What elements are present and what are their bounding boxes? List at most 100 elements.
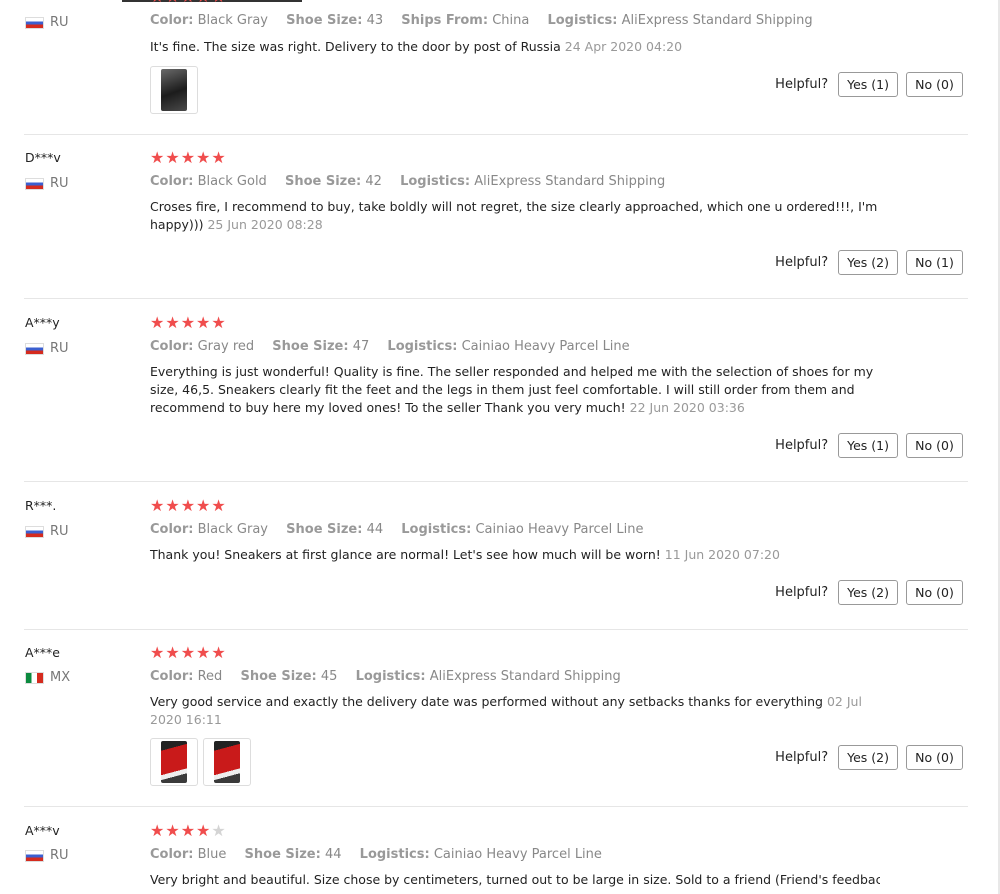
review-divider [24, 134, 968, 135]
helpful-vote: Helpful? Yes (2) No (0) [775, 580, 963, 605]
helpful-yes-button[interactable]: Yes (2) [838, 580, 898, 605]
color-value: Gray red [197, 339, 255, 354]
review-date: 22 Jun 2020 03:36 [629, 400, 745, 415]
logistics-value: AliExpress Standard Shipping [621, 13, 813, 28]
russia-flag-icon [25, 177, 44, 190]
shoe-size-value: 44 [324, 847, 342, 862]
reviewer-country: RU [25, 341, 69, 356]
helpful-no-button[interactable]: No (0) [906, 580, 963, 605]
review-divider [24, 481, 968, 482]
review-photo-thumbnail[interactable] [150, 66, 198, 114]
helpful-vote: Helpful? Yes (1) No (0) [775, 433, 963, 458]
helpful-label: Helpful? [775, 585, 829, 600]
review-text: Thank you! Sneakers at first glance are … [150, 546, 880, 564]
helpful-label: Helpful? [775, 255, 829, 270]
review-attributes: Color: Red Shoe Size: 45 Logistics: AliE… [150, 669, 635, 684]
shoe-size-label: Shoe Size: [284, 174, 362, 189]
shoe-photo-image [161, 741, 187, 783]
review-photo-thumbnail[interactable] [150, 738, 198, 786]
star-icon: ★ [150, 821, 166, 840]
reviewer-name: A***y [25, 315, 60, 330]
review-body: It's fine. The size was right. Delivery … [150, 39, 561, 54]
review-body: Everything is just wonderful! Quality is… [150, 364, 874, 415]
shoe-size-value: 47 [352, 339, 370, 354]
star-icon: ★ [150, 496, 166, 515]
shoe-size-label: Shoe Size: [286, 522, 363, 537]
ships-from-label: Ships From: [401, 13, 489, 28]
logistics-value: AliExpress Standard Shipping [474, 174, 666, 189]
review-attributes: Color: Blue Shoe Size: 44 Logistics: Cai… [150, 847, 616, 862]
helpful-yes-button[interactable]: Yes (1) [838, 433, 898, 458]
helpful-vote: Helpful? Yes (2) No (0) [775, 745, 963, 770]
review-body: Thank you! Sneakers at first glance are … [150, 547, 661, 562]
color-value: Black Gray [197, 13, 268, 28]
review-text: It's fine. The size was right. Delivery … [150, 38, 880, 56]
rating-stars: ★★★★★ [150, 498, 227, 514]
star-icon: ★ [150, 643, 166, 662]
star-icon: ★ [211, 313, 227, 332]
review-text: Everything is just wonderful! Quality is… [150, 363, 880, 417]
color-value: Blue [197, 847, 227, 862]
review-text: Croses fire, I recommend to buy, take bo… [150, 198, 880, 234]
color-label: Color: [150, 13, 194, 28]
star-icon: ★ [196, 821, 212, 840]
helpful-no-button[interactable]: No (0) [906, 72, 963, 97]
reviewer-country: RU [25, 848, 69, 863]
country-code: RU [50, 341, 69, 356]
helpful-no-button[interactable]: No (0) [906, 433, 963, 458]
reviewer-country: RU [25, 176, 69, 191]
country-code: MX [50, 670, 71, 685]
star-icon: ★ [150, 313, 166, 332]
helpful-no-button[interactable]: No (1) [906, 250, 963, 275]
review-photo-thumbnail[interactable] [203, 738, 251, 786]
helpful-yes-button[interactable]: Yes (2) [838, 250, 898, 275]
reviewer-name: A***e [25, 645, 60, 660]
logistics-label: Logistics: [359, 847, 430, 862]
star-icon: ★ [180, 643, 197, 662]
rating-stars: ★★★★★ [150, 150, 227, 166]
color-value: Black Gray [197, 522, 268, 537]
star-icon: ★ [196, 148, 212, 167]
russia-flag-icon [25, 849, 44, 862]
shoe-size-value: 43 [366, 13, 384, 28]
logistics-value: Cainiao Heavy Parcel Line [475, 522, 644, 537]
star-icon: ★ [165, 821, 181, 840]
star-icon: ★ [211, 148, 227, 167]
country-code: RU [50, 524, 69, 539]
country-code: RU [50, 848, 69, 863]
color-value: Black Gold [197, 174, 267, 189]
shoe-size-value: 45 [320, 669, 338, 684]
star-icon: ★ [165, 313, 181, 332]
review-attributes: Color: Black Gold Shoe Size: 42 Logistic… [150, 174, 679, 189]
reviewer-country: MX [25, 670, 70, 685]
shoe-photo-image [214, 741, 240, 783]
review-date: 11 Jun 2020 07:20 [664, 547, 780, 562]
star-icon: ★ [165, 148, 181, 167]
shoe-size-value: 42 [365, 174, 382, 189]
logistics-value: Cainiao Heavy Parcel Line [433, 847, 602, 862]
helpful-vote: Helpful? Yes (1) No (0) [775, 72, 963, 97]
review-divider [24, 806, 968, 807]
logistics-value: Cainiao Heavy Parcel Line [461, 339, 630, 354]
helpful-yes-button[interactable]: Yes (2) [838, 745, 898, 770]
reviewer-name: A***v [25, 823, 60, 838]
helpful-no-button[interactable]: No (0) [906, 745, 963, 770]
helpful-label: Helpful? [775, 77, 829, 92]
review-divider [24, 629, 968, 630]
helpful-yes-button[interactable]: Yes (1) [838, 72, 898, 97]
shoe-size-label: Shoe Size: [244, 847, 321, 862]
review-attributes: Color: Black Gray Shoe Size: 44 Logistic… [150, 522, 658, 537]
review-attributes: Color: Black Gray Shoe Size: 43 Ships Fr… [150, 13, 827, 28]
review-body: Very bright and beautiful. Size chose by… [150, 872, 880, 887]
star-icon: ★ [181, 0, 196, 6]
star-icon: ★ [196, 496, 212, 515]
color-label: Color: [150, 174, 194, 189]
review-text: Very good service and exactly the delive… [150, 693, 880, 729]
reviewer-country: RU [25, 524, 69, 539]
star-icon: ★ [180, 148, 197, 167]
star-icon: ★ [165, 0, 180, 6]
logistics-label: Logistics: [400, 174, 471, 189]
color-label: Color: [150, 339, 194, 354]
review-attributes: Color: Gray red Shoe Size: 47 Logistics:… [150, 339, 644, 354]
country-code: RU [50, 176, 69, 191]
